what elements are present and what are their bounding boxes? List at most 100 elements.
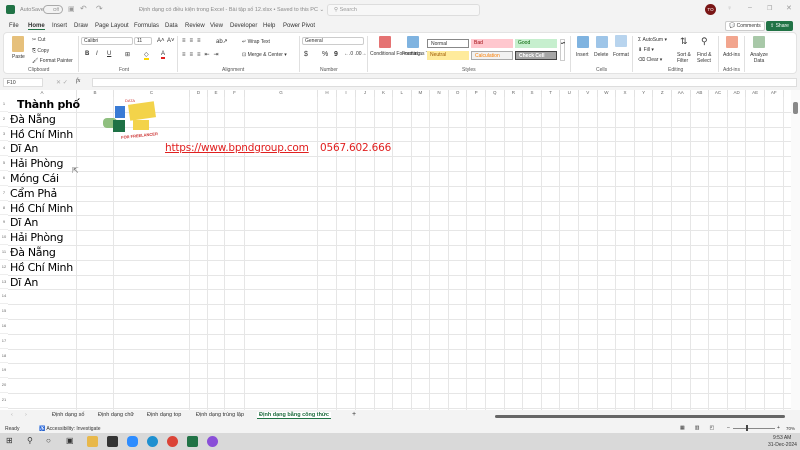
- row-header[interactable]: 2: [0, 112, 8, 127]
- clear-button[interactable]: ⌫ Clear ▾: [638, 57, 662, 63]
- column-header[interactable]: S: [523, 90, 542, 97]
- autosave-toggle[interactable]: Off: [43, 5, 63, 14]
- column-header[interactable]: J: [356, 90, 375, 97]
- clock-time[interactable]: 9:53 AM: [773, 435, 791, 441]
- comma-button[interactable]: 9: [334, 51, 338, 58]
- city-cell[interactable]: Móng Cái: [10, 172, 59, 185]
- column-header[interactable]: AE: [746, 90, 765, 97]
- decrease-font-icon[interactable]: A˅: [167, 38, 175, 44]
- column-header[interactable]: L: [393, 90, 412, 97]
- style-check-cell[interactable]: Check Cell: [515, 51, 557, 60]
- format-cells-button[interactable]: Format: [613, 52, 629, 58]
- sheet-tab[interactable]: Định dạng trùng lặp: [196, 412, 244, 418]
- close-button[interactable]: ✕: [786, 4, 792, 12]
- column-header[interactable]: B: [77, 90, 114, 97]
- store-icon[interactable]: [107, 436, 118, 447]
- sheet-tab[interactable]: Định dạng số: [52, 412, 84, 418]
- font-name-select[interactable]: Calibri: [81, 37, 133, 45]
- windows-start-icon[interactable]: ⊞: [6, 436, 13, 445]
- city-cell[interactable]: Dĩ An: [10, 216, 38, 229]
- row-header[interactable]: 8: [0, 201, 8, 216]
- column-header[interactable]: V: [579, 90, 598, 97]
- city-cell[interactable]: Hồ Chí Minh: [10, 261, 73, 274]
- column-header[interactable]: AC: [709, 90, 728, 97]
- website-link[interactable]: https://www.bpndgroup.com: [165, 142, 309, 154]
- find-icon[interactable]: ⚲: [701, 36, 708, 47]
- tab-formulas[interactable]: Formulas: [134, 23, 159, 29]
- copy-button[interactable]: ⎘ Copy: [32, 48, 49, 54]
- sheet-tab-active[interactable]: Định dạng bằng công thức: [257, 412, 331, 419]
- worksheet-grid[interactable]: A B C D E F G H I J K L M N O P Q R S T U V W X Y Z AA AB AC AD AE AF 1…: [0, 90, 791, 410]
- column-header[interactable]: X: [616, 90, 635, 97]
- horizontal-scrollbar[interactable]: [495, 415, 785, 418]
- sort-filter-button[interactable]: Sort & Filter: [677, 52, 695, 64]
- row-header[interactable]: 3: [0, 127, 8, 142]
- avatar[interactable]: TO: [705, 4, 716, 15]
- column-header[interactable]: U: [560, 90, 579, 97]
- vertical-scroll-thumb[interactable]: [793, 102, 798, 114]
- row-header[interactable]: 6: [0, 171, 8, 186]
- tab-draw[interactable]: Draw: [74, 23, 88, 29]
- insert-function-button[interactable]: fx: [76, 78, 80, 84]
- edge-icon[interactable]: [147, 436, 158, 447]
- insert-cells-button[interactable]: Insert: [576, 52, 589, 58]
- lightbulb-icon[interactable]: ♀: [727, 5, 732, 12]
- cancel-confirm-icons[interactable]: ✕ ✓: [56, 79, 68, 86]
- column-header[interactable]: M: [411, 90, 431, 97]
- tab-home[interactable]: Home: [28, 23, 45, 30]
- column-header[interactable]: C: [114, 90, 190, 97]
- tab-data[interactable]: Data: [165, 23, 178, 29]
- fill-button[interactable]: ⬇ Fill ▾: [638, 47, 654, 53]
- next-sheet-button[interactable]: ›: [25, 412, 27, 418]
- city-cell[interactable]: Dĩ An: [10, 276, 38, 289]
- column-header[interactable]: F: [225, 90, 245, 97]
- row-header[interactable]: 18: [0, 349, 8, 364]
- horizontal-align-icons[interactable]: ≡≡≡⇤⇥: [182, 51, 223, 58]
- analyze-data-button[interactable]: Analyze Data: [750, 52, 768, 64]
- number-format-select[interactable]: General: [302, 37, 364, 45]
- row-header[interactable]: 20: [0, 378, 8, 393]
- column-header[interactable]: D: [190, 90, 208, 97]
- format-as-table-icon[interactable]: [407, 36, 419, 48]
- column-header[interactable]: G: [245, 90, 318, 97]
- column-header[interactable]: N: [430, 90, 449, 97]
- search-input[interactable]: ⚲ Search: [327, 4, 480, 16]
- row-header[interactable]: 11: [0, 245, 8, 260]
- paste-button[interactable]: Paste: [12, 54, 25, 60]
- tab-developer[interactable]: Developer: [230, 23, 257, 29]
- autosum-button[interactable]: Σ AutoSum ▾: [638, 37, 667, 43]
- styles-scroll-button[interactable]: ▴▾: [560, 39, 565, 61]
- style-good[interactable]: Good: [515, 39, 557, 48]
- row-header[interactable]: 19: [0, 363, 8, 379]
- bold-button[interactable]: B: [85, 51, 89, 57]
- wrap-text-button[interactable]: ↵ Wrap Text: [242, 39, 270, 45]
- comments-button[interactable]: 💬 Comments: [725, 21, 765, 31]
- conditional-formatting-icon[interactable]: [379, 36, 391, 48]
- excel-taskbar-icon[interactable]: [187, 436, 198, 447]
- column-header[interactable]: H: [318, 90, 337, 97]
- column-header[interactable]: P: [467, 90, 486, 97]
- tab-view[interactable]: View: [210, 23, 223, 29]
- restore-button[interactable]: ❐: [767, 5, 772, 12]
- sort-filter-icon[interactable]: ⇅: [680, 36, 688, 47]
- row-header[interactable]: 10: [0, 230, 8, 245]
- row-header[interactable]: 13: [0, 275, 8, 290]
- column-header[interactable]: Y: [634, 90, 654, 97]
- save-icon[interactable]: ▣: [68, 5, 75, 13]
- chrome-icon[interactable]: [167, 436, 178, 447]
- screen-recorder-icon[interactable]: [207, 436, 218, 447]
- city-cell[interactable]: Hồ Chí Minh: [10, 202, 73, 215]
- column-header[interactable]: W: [597, 90, 617, 97]
- cortana-icon[interactable]: ○: [46, 436, 51, 445]
- column-header[interactable]: T: [541, 90, 561, 97]
- cell-header[interactable]: Thành phố: [17, 98, 80, 111]
- undo-icon[interactable]: ↶: [80, 4, 87, 13]
- city-cell[interactable]: Dĩ An: [10, 142, 38, 155]
- column-header[interactable]: A: [8, 90, 77, 97]
- row-header[interactable]: 5: [0, 156, 8, 171]
- zoom-out-button[interactable]: –: [727, 425, 730, 431]
- vertical-align-icons[interactable]: ≡≡≡: [182, 38, 205, 44]
- decimal-buttons[interactable]: ←.0 .00→: [344, 51, 367, 57]
- delete-cells-button[interactable]: Delete: [594, 52, 608, 58]
- style-neutral[interactable]: Neutral: [427, 51, 469, 60]
